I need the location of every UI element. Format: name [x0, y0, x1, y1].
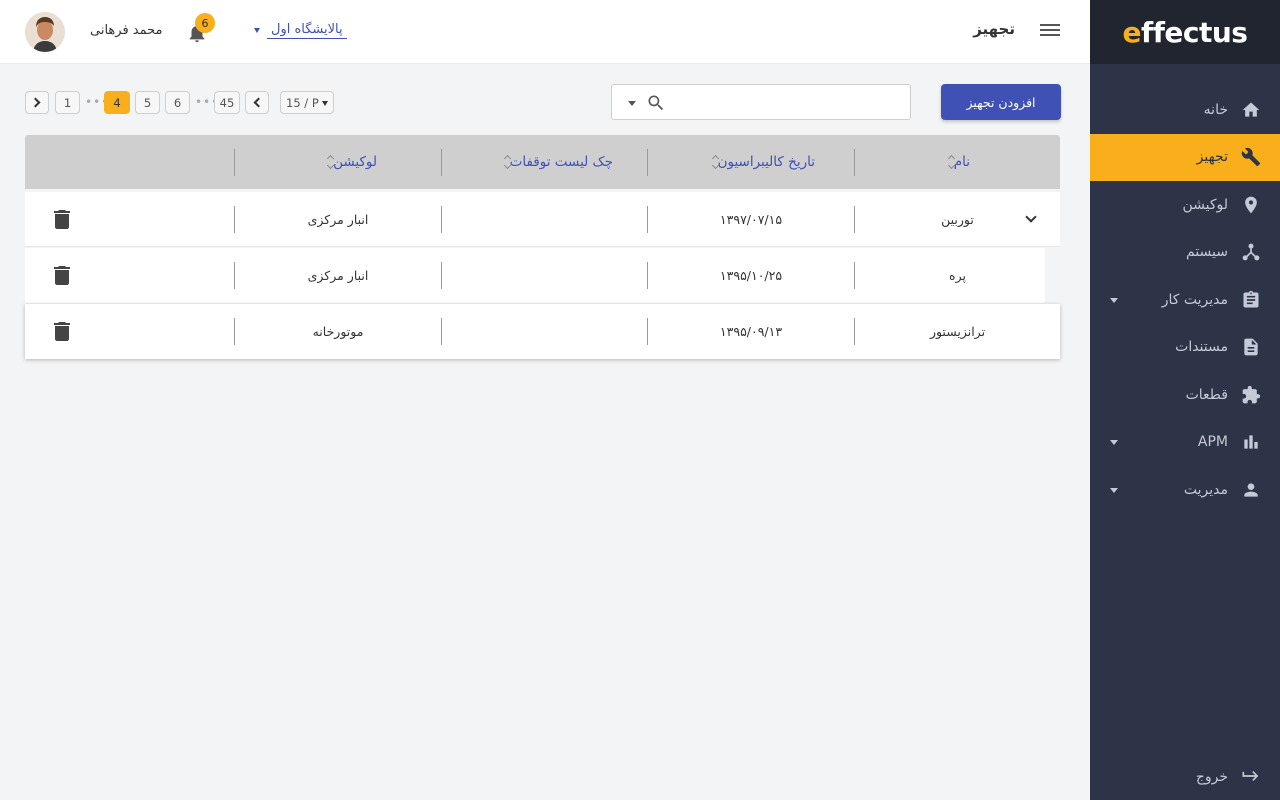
- sidebar-item-label: مدیریت: [1183, 481, 1228, 498]
- logo-area: effectus: [1090, 0, 1280, 64]
- pagination-page-45[interactable]: 45: [214, 91, 240, 114]
- search-field[interactable]: [611, 84, 911, 120]
- puzzle-icon: [1240, 384, 1262, 406]
- chevron-down-icon: [322, 101, 328, 106]
- pagination-page-6[interactable]: 6: [165, 91, 190, 114]
- sidebar-item-equipment[interactable]: تجهیز: [1090, 133, 1280, 181]
- sidebar-item-label: APM: [1197, 434, 1228, 451]
- clipboard-icon: [1240, 289, 1262, 311]
- chevron-down-icon: [1110, 487, 1118, 493]
- sidebar-item-label: تجهیز: [1196, 149, 1228, 166]
- site-selector-label: پالایشگاه اول: [267, 22, 347, 39]
- pagination-next-button[interactable]: [25, 91, 49, 114]
- person-icon: [1240, 479, 1262, 501]
- logout-icon: [1240, 766, 1262, 788]
- cell-calibration-date: ۱۳۹۷/۰۷/۱۵: [719, 212, 783, 227]
- search-input[interactable]: [690, 91, 900, 113]
- chevron-down-icon: [254, 28, 260, 33]
- cell-name: ترانزیستور: [929, 324, 986, 339]
- cell-location: انبار مرکزی: [307, 212, 369, 227]
- table-header: نام تاریخ کالیبراسیون چک لیست توقفات لوک…: [25, 135, 1060, 189]
- sidebar-item-apm[interactable]: APM: [1090, 419, 1280, 467]
- page-size-label: 15 / P: [286, 95, 319, 110]
- home-icon: [1240, 99, 1262, 121]
- cell-name: پره: [949, 268, 966, 283]
- notification-badge: 6: [195, 13, 215, 33]
- sidebar-item-label: خانه: [1203, 101, 1228, 118]
- sidebar-item-parts[interactable]: قطعات: [1090, 371, 1280, 419]
- menu-toggle-icon[interactable]: [1040, 21, 1060, 41]
- chevron-right-icon: [30, 97, 41, 108]
- page-title: تجهیز: [973, 20, 1015, 38]
- sidebar-item-label: قطعات: [1185, 386, 1228, 403]
- pagination-page-5[interactable]: 5: [135, 91, 160, 114]
- sidebar-item-work-management[interactable]: مدیریت کار: [1090, 276, 1280, 324]
- column-header-name[interactable]: نام: [935, 135, 970, 189]
- cell-name: توربین: [941, 212, 974, 227]
- pagination-page-1[interactable]: 1: [55, 91, 80, 114]
- chevron-down-icon: [1110, 440, 1118, 446]
- cell-checklist: [442, 304, 647, 359]
- cell-location: انبار مرکزی: [307, 268, 369, 283]
- table-row[interactable]: پره ۱۳۹۵/۱۰/۲۵ انبار مرکزی: [25, 248, 1045, 303]
- equipment-table: نام تاریخ کالیبراسیون چک لیست توقفات لوک…: [25, 135, 1060, 359]
- site-selector[interactable]: پالایشگاه اول: [254, 22, 347, 39]
- page-size-select[interactable]: 15 / P: [280, 91, 334, 114]
- network-icon: [1240, 241, 1262, 263]
- document-icon: [1240, 336, 1262, 358]
- search-icon[interactable]: [646, 93, 666, 113]
- sidebar-menu: خانه تجهیز لوکیشن سیستم مدیریت کار مستند…: [1090, 86, 1280, 514]
- table-row[interactable]: توربین ۱۳۹۷/۰۷/۱۵ انبار مرکزی: [25, 192, 1060, 247]
- effectus-logo[interactable]: effectus: [1123, 16, 1248, 49]
- bar-chart-icon: [1240, 431, 1262, 453]
- column-header-calibration-date[interactable]: تاریخ کالیبراسیون: [699, 135, 815, 189]
- column-header-checklist[interactable]: چک لیست توقفات: [491, 135, 613, 189]
- sidebar-item-location[interactable]: لوکیشن: [1090, 181, 1280, 229]
- sidebar-item-documents[interactable]: مستندات: [1090, 324, 1280, 372]
- sidebar-item-label: مستندات: [1175, 339, 1228, 356]
- table-row[interactable]: ترانزیستور ۱۳۹۵/۰۹/۱۳ موتورخانه: [25, 304, 1060, 359]
- sidebar-item-label: لوکیشن: [1182, 196, 1228, 213]
- sidebar-item-label: سیستم: [1186, 244, 1228, 261]
- logout-label: خروج: [1195, 769, 1228, 785]
- cell-calibration-date: ۱۳۹۵/۰۹/۱۳: [719, 324, 783, 339]
- cell-location: موتورخانه: [312, 324, 364, 339]
- wrench-icon: [1240, 146, 1262, 168]
- location-pin-icon: [1240, 194, 1262, 216]
- add-equipment-button[interactable]: افزودن تجهیز: [941, 84, 1061, 120]
- sidebar-item-system[interactable]: سیستم: [1090, 229, 1280, 277]
- cell-checklist: [442, 248, 647, 303]
- column-header-location[interactable]: لوکیشن: [314, 135, 377, 189]
- delete-icon[interactable]: [54, 265, 70, 285]
- sidebar-item-home[interactable]: خانه: [1090, 86, 1280, 134]
- search-options-dropdown-icon[interactable]: [628, 101, 636, 106]
- sidebar-item-management[interactable]: مدیریت: [1090, 466, 1280, 514]
- cell-calibration-date: ۱۳۹۵/۱۰/۲۵: [719, 268, 783, 283]
- delete-icon[interactable]: [54, 321, 70, 341]
- chevron-down-icon: [1110, 297, 1118, 303]
- delete-icon[interactable]: [54, 209, 70, 229]
- sidebar-item-label: مدیریت کار: [1161, 291, 1228, 308]
- avatar[interactable]: [25, 12, 65, 52]
- pagination-page-current[interactable]: 4: [104, 91, 130, 114]
- cell-checklist: [442, 192, 647, 247]
- user-name[interactable]: محمد فرهانی: [90, 23, 162, 38]
- pagination-prev-button[interactable]: [245, 91, 269, 114]
- top-header: تجهیز محمد فرهانی 6 پالایشگاه اول: [0, 0, 1090, 64]
- sidebar: effectus خانه تجهیز لوکیشن سیستم مدیریت …: [1090, 0, 1280, 800]
- logout-button[interactable]: خروج: [1196, 766, 1262, 788]
- chevron-left-icon: [253, 97, 264, 108]
